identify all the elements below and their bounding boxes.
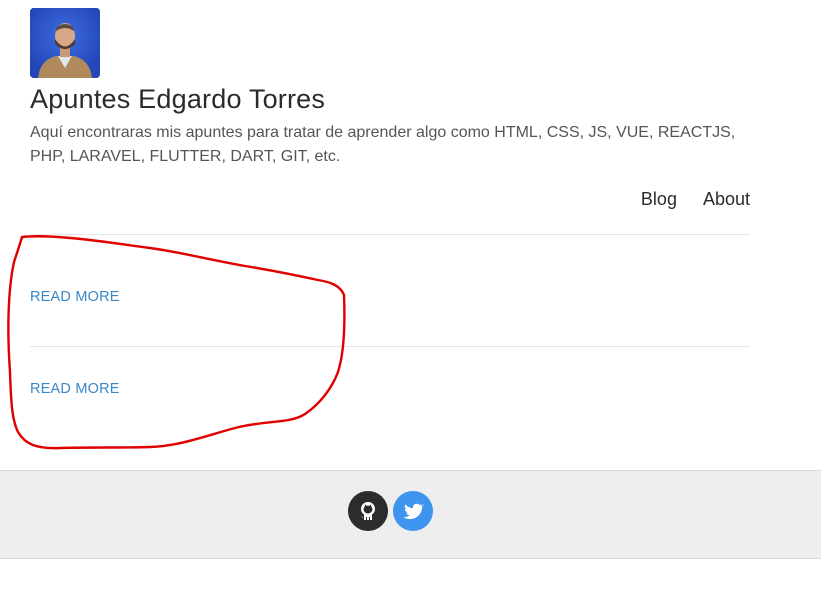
nav-blog-link[interactable]: Blog [641,189,677,210]
twitter-link[interactable] [393,491,433,531]
nav-about-link[interactable]: About [703,189,750,210]
avatar-photo [30,8,100,78]
site-description: Aquí encontraras mis apuntes para tratar… [30,124,736,165]
twitter-icon [403,503,424,520]
read-more-link[interactable]: READ MORE [30,381,120,397]
site-title[interactable]: Apuntes Edgardo Torres [30,84,325,115]
github-link[interactable] [348,491,388,531]
main-nav: Blog About [641,189,750,210]
divider [30,346,750,347]
github-icon [360,502,375,520]
footer [0,470,821,559]
avatar[interactable] [30,8,100,78]
divider [30,234,750,235]
read-more-link[interactable]: READ MORE [30,289,120,305]
